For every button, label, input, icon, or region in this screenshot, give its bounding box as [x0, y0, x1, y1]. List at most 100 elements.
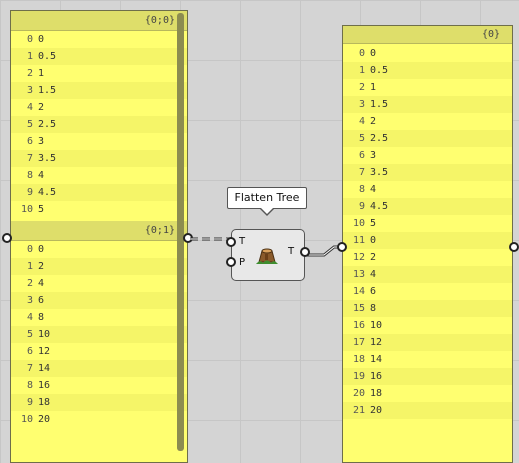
list-item: 84 [343, 181, 512, 198]
branch-0-0: {0;0} 0 0 1 0.5 2 1 3 1.5 4 2 5 2.5 6 3 7 3.5 8 4 9 4.5 10 5 [11, 11, 187, 218]
item-index: 19 [352, 371, 365, 382]
item-index: 5 [26, 329, 33, 340]
list-item: 13 4 [343, 266, 512, 283]
input-label-p: P [239, 257, 246, 268]
item-index: 9 [26, 187, 33, 198]
item-index: 7 [26, 153, 33, 164]
item-index: 4 [358, 116, 365, 127]
list-item: 7 14 [11, 360, 187, 377]
item-value: 5 [370, 218, 377, 229]
input-grip-t[interactable] [226, 237, 236, 247]
input-grip-p[interactable] [226, 257, 236, 267]
item-value: 12 [370, 337, 383, 348]
list-item: 8 16 [11, 377, 187, 394]
item-index: 6 [26, 346, 33, 357]
item-index: 6 [358, 150, 365, 161]
list-item: 9 4.5 [343, 198, 512, 215]
right-data-panel[interactable]: {0} 0 0 1 0.5 2 1 3 1.5 4 2 5 2.5 6 3 7 3.5 8 4 9 4.5 10 5 11 0… [342, 25, 513, 463]
list-item: 16 10 [343, 317, 512, 334]
item-index: 0 [26, 244, 33, 255]
item-index: 1 [358, 65, 365, 76]
list-item: 42 [11, 99, 187, 116]
item-index: 1 [26, 261, 33, 272]
list-item: 6 12 [11, 343, 187, 360]
item-value: 3.5 [370, 167, 389, 178]
list-item: 7 3.5 [11, 150, 187, 167]
output-grip-t[interactable] [300, 247, 310, 257]
component-tooltip: Flatten Tree [227, 187, 307, 216]
list-item: 20 18 [343, 385, 512, 402]
item-index: 14 [352, 286, 365, 297]
input-label-t: T [239, 236, 246, 247]
item-value: 6 [38, 295, 45, 306]
list-item: 5 10 [11, 326, 187, 343]
left-panel-input-grip[interactable] [2, 233, 12, 243]
item-index: 0 [358, 48, 365, 59]
item-value: 2.5 [370, 133, 389, 144]
item-index: 4 [26, 312, 33, 323]
list-item: 15 8 [343, 300, 512, 317]
item-value: 4.5 [38, 187, 57, 198]
item-value: 0.5 [38, 51, 57, 62]
item-value: 0 [38, 34, 45, 45]
item-index: 5 [358, 133, 365, 144]
item-value: 2 [38, 261, 45, 272]
item-index: 3 [26, 295, 33, 306]
item-index: 9 [26, 397, 33, 408]
item-value: 2 [370, 252, 377, 263]
item-index: 21 [352, 405, 365, 416]
item-index: 8 [358, 184, 365, 195]
item-value: 2.5 [38, 119, 57, 130]
item-index: 9 [358, 201, 365, 212]
list-item: 9 18 [11, 394, 187, 411]
list-item: 1 0.5 [11, 48, 187, 65]
item-index: 18 [352, 354, 365, 365]
item-value: 10 [38, 329, 51, 340]
item-value: 12 [38, 346, 51, 357]
list-item: 42 [343, 113, 512, 130]
item-value: 3 [38, 136, 45, 147]
list-item: 21 [11, 65, 187, 82]
left-data-panel[interactable]: {0;0} 0 0 1 0.5 2 1 3 1.5 4 2 5 2.5 6 3 7 3.5 8 4 9 4.5 10 5 … [10, 10, 188, 463]
item-value: 8 [370, 303, 377, 314]
item-value: 4 [370, 184, 377, 195]
item-index: 5 [26, 119, 33, 130]
list-item: 7 3.5 [343, 164, 512, 181]
item-value: 2 [38, 102, 45, 113]
item-value: 1 [38, 68, 45, 79]
list-item: 00 [11, 241, 187, 258]
list-item: 5 2.5 [343, 130, 512, 147]
item-index: 6 [26, 136, 33, 147]
item-index: 10 [20, 414, 33, 425]
item-value: 10 [370, 320, 383, 331]
list-item: 84 [11, 167, 187, 184]
item-value: 1 [370, 82, 377, 93]
list-item: 48 [11, 309, 187, 326]
item-value: 4 [38, 278, 45, 289]
list-item: 21 20 [343, 402, 512, 419]
right-panel-output-grip[interactable] [509, 242, 519, 252]
list-item: 11 0 [343, 232, 512, 249]
branch-path-header: {0;1} [11, 221, 187, 241]
item-value: 2 [370, 116, 377, 127]
list-item: 12 [11, 258, 187, 275]
item-value: 18 [38, 397, 51, 408]
item-value: 18 [370, 388, 383, 399]
item-value: 1.5 [370, 99, 389, 110]
scrollbar[interactable] [177, 13, 184, 451]
item-value: 4 [38, 170, 45, 181]
list-item: 21 [343, 79, 512, 96]
item-index: 10 [352, 218, 365, 229]
item-index: 2 [26, 68, 33, 79]
item-index: 7 [358, 167, 365, 178]
list-item: 00 [11, 31, 187, 48]
item-index: 15 [352, 303, 365, 314]
item-value: 16 [38, 380, 51, 391]
flatten-tree-component[interactable]: T P T [226, 229, 310, 281]
item-index: 3 [358, 99, 365, 110]
item-value: 16 [370, 371, 383, 382]
list-item: 10 20 [11, 411, 187, 428]
list-item: 1 0.5 [343, 62, 512, 79]
item-index: 12 [352, 252, 365, 263]
right-panel-input-grip[interactable] [337, 242, 347, 252]
